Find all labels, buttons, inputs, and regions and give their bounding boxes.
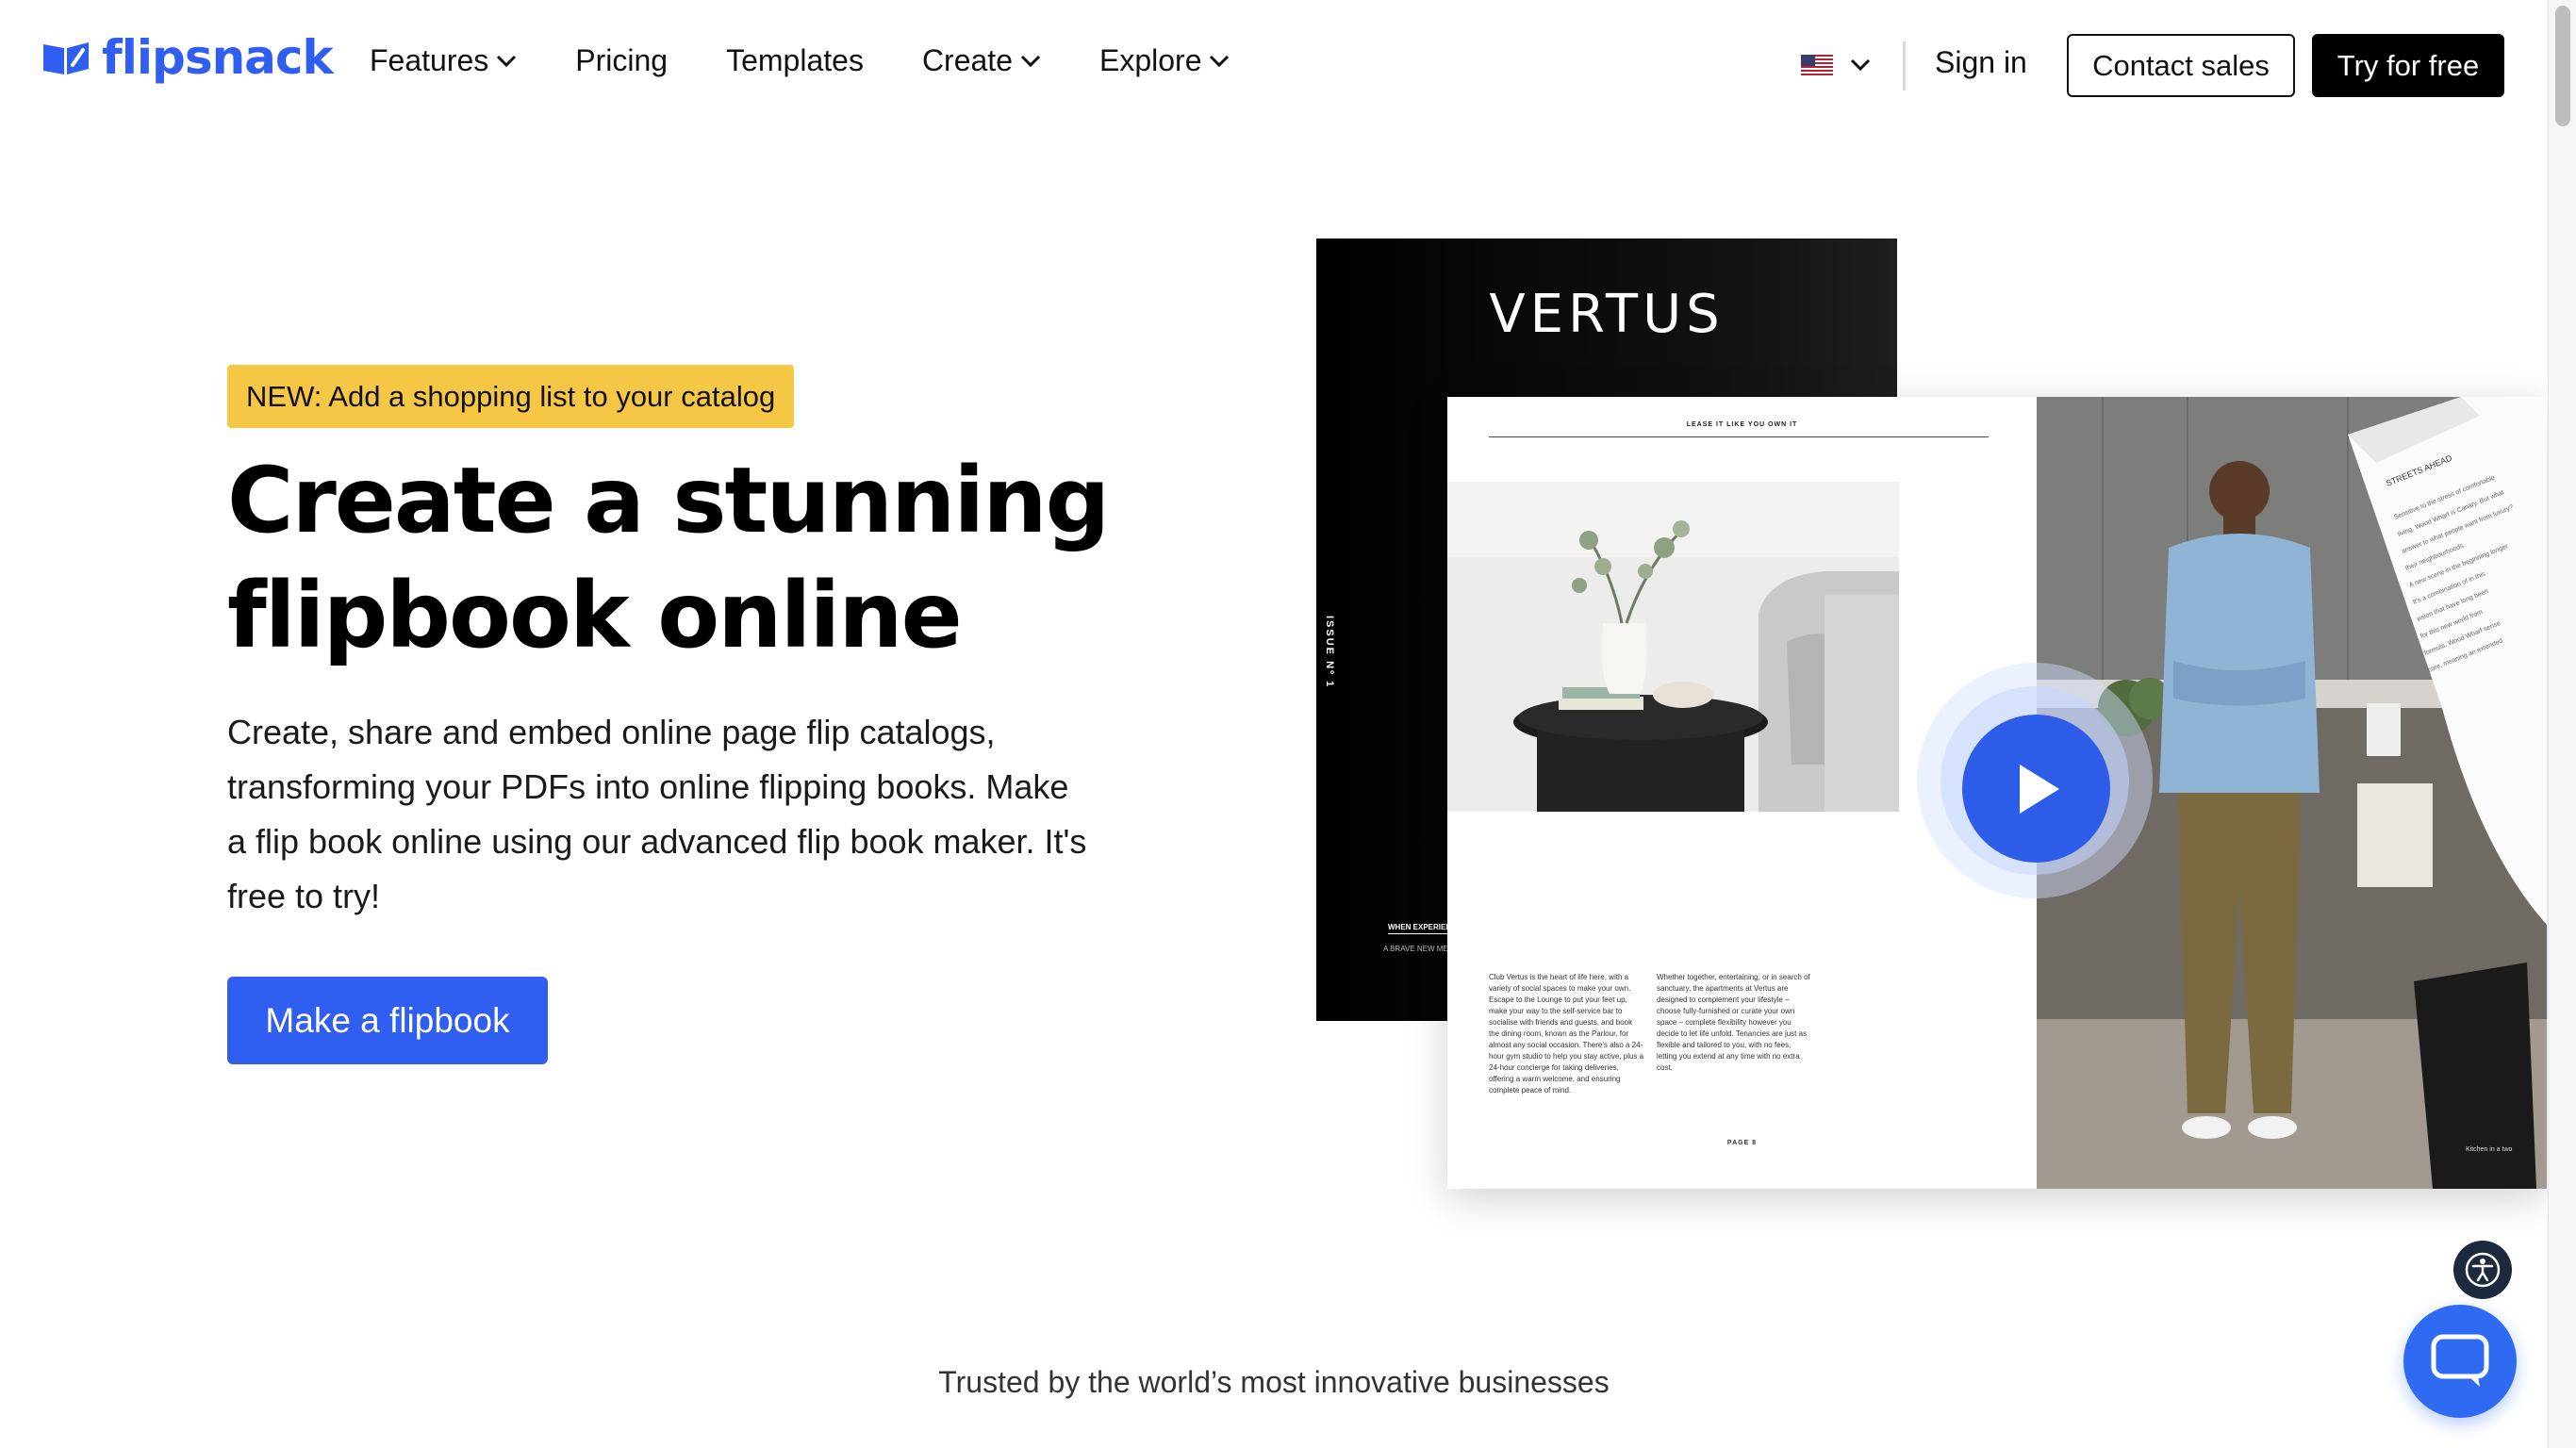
play-video-button[interactable] bbox=[1962, 715, 2110, 863]
page-number: PAGE 8 bbox=[1726, 1140, 1758, 1146]
accessibility-button[interactable] bbox=[2453, 1241, 2512, 1299]
nav-explore[interactable]: Explore bbox=[1099, 43, 1230, 78]
make-flipbook-button[interactable]: Make a flipbook bbox=[227, 977, 548, 1064]
kitchen-caption: Kitchen in a two bbox=[2466, 1146, 2513, 1153]
nav-label: Pricing bbox=[575, 43, 669, 77]
article-column-b: Whether together, entertaining, or in se… bbox=[1657, 973, 1810, 1072]
nav-label: Explore bbox=[1098, 43, 1202, 77]
nav-templates[interactable]: Templates bbox=[726, 43, 864, 78]
us-flag-icon bbox=[1801, 55, 1833, 75]
trusted-by-heading: Trusted by the world’s most innovative b… bbox=[938, 1365, 1610, 1399]
site-header: flipsnack Features Pricing Templates Cre… bbox=[0, 0, 2548, 132]
nav-create[interactable]: Create bbox=[922, 43, 1041, 78]
chat-icon bbox=[2431, 1334, 2489, 1387]
hero-title: Create a stunning flipbook online bbox=[227, 443, 1170, 673]
new-feature-badge[interactable]: NEW: Add a shopping list to your catalog bbox=[227, 365, 795, 428]
chat-widget-button[interactable] bbox=[2403, 1305, 2517, 1418]
chevron-down-icon bbox=[1850, 58, 1871, 72]
logo-text: flipsnack bbox=[102, 30, 334, 85]
page-rule bbox=[1489, 436, 1989, 437]
hero-title-line-2: flipbook online bbox=[227, 563, 963, 668]
chevron-down-icon bbox=[1210, 55, 1230, 67]
flipsnack-logo-icon bbox=[43, 42, 89, 74]
cover-title: VERTUS bbox=[1489, 284, 1725, 345]
nav-pricing[interactable]: Pricing bbox=[575, 43, 668, 78]
accessibility-icon bbox=[2465, 1252, 2501, 1288]
nav-label: Templates bbox=[726, 43, 864, 77]
interior-photo bbox=[1447, 482, 1899, 812]
article-column-a: Club Vertus is the heart of life here, w… bbox=[1489, 973, 1644, 1094]
play-icon bbox=[2019, 764, 2059, 814]
page-scrollbar[interactable] bbox=[2548, 0, 2576, 1448]
chevron-down-icon bbox=[1020, 55, 1041, 67]
cover-issue: ISSUE Nº 1 bbox=[1324, 616, 1335, 689]
chevron-down-icon bbox=[497, 55, 517, 67]
cover-tagline: WHEN EXPERIEN bbox=[1388, 923, 1452, 934]
hero-title-line-1: Create a stunning bbox=[227, 448, 1110, 553]
try-for-free-button[interactable]: Try for free bbox=[2312, 34, 2504, 97]
contact-sales-button[interactable]: Contact sales bbox=[2067, 34, 2295, 97]
sign-in-link[interactable]: Sign in bbox=[1935, 45, 2027, 80]
page-kicker: LEASE IT LIKE YOU OWN IT bbox=[1686, 421, 1798, 428]
scrollbar-thumb[interactable] bbox=[2555, 6, 2570, 126]
flipsnack-logo[interactable]: flipsnack bbox=[41, 30, 334, 85]
hero-description: Create, share and embed online page flip… bbox=[227, 713, 1087, 915]
interior-illustration bbox=[1447, 482, 1899, 812]
nav-features[interactable]: Features bbox=[370, 43, 517, 78]
nav-label: Features bbox=[370, 43, 489, 77]
language-selector[interactable] bbox=[1801, 55, 1871, 75]
main-nav: Features Pricing Templates Create Explor… bbox=[370, 43, 1288, 78]
nav-label: Create bbox=[921, 43, 1013, 77]
header-divider bbox=[1903, 41, 1906, 90]
